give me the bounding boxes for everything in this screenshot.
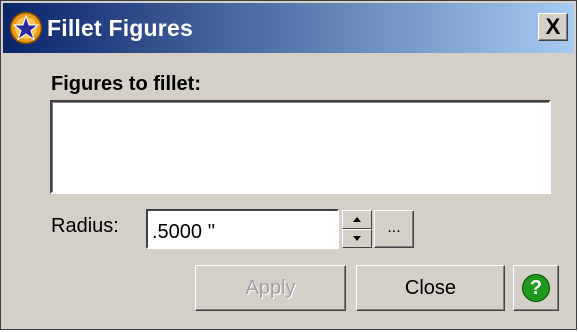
radius-spinner[interactable]: [342, 210, 372, 248]
close-button[interactable]: Close: [356, 265, 505, 311]
spin-down-button[interactable]: [342, 229, 372, 248]
radius-input[interactable]: .5000 '': [146, 209, 339, 249]
figures-label: Figures to fillet:: [51, 73, 201, 95]
arrow-up-icon: [353, 217, 361, 222]
window-close-button[interactable]: X: [538, 13, 568, 41]
figures-list[interactable]: [50, 100, 551, 194]
fillet-figures-dialog: Fillet Figures X Figures to fillet: Radi…: [0, 0, 577, 330]
apply-button[interactable]: Apply: [195, 265, 346, 311]
window-title: Fillet Figures: [47, 15, 193, 41]
spin-up-button[interactable]: [342, 210, 372, 229]
star-badge-icon: [9, 11, 43, 45]
help-button[interactable]: ?: [513, 265, 559, 311]
close-icon: X: [545, 14, 561, 39]
help-icon: ?: [522, 274, 550, 302]
radius-label: Radius:: [51, 215, 119, 237]
title-bar[interactable]: Fillet Figures X: [3, 3, 574, 53]
arrow-down-icon: [353, 236, 361, 241]
radius-browse-button[interactable]: ...: [374, 210, 414, 248]
